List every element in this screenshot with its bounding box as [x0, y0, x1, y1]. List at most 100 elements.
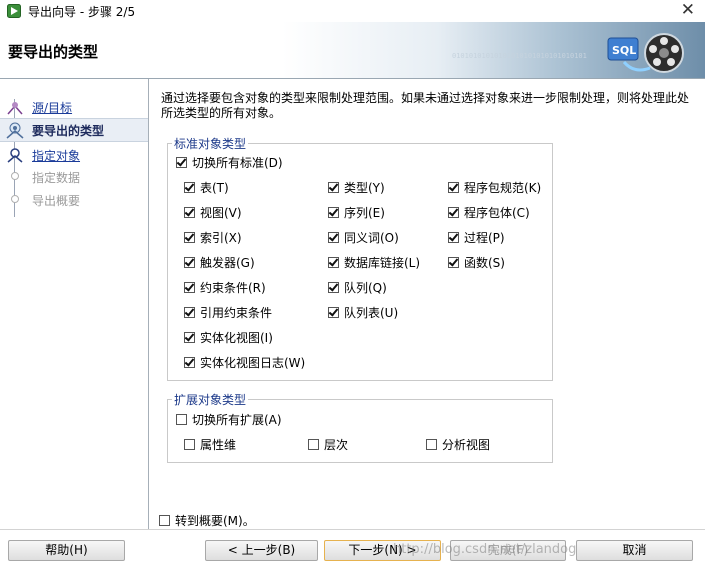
- checkbox-box[interactable]: [426, 438, 437, 450]
- window-title: 导出向导 - 步骤 2/5: [28, 5, 136, 19]
- goto-summary-checkbox[interactable]: 转到概要(M)。: [159, 512, 255, 528]
- checkbox-label: 触发器(G): [200, 255, 255, 270]
- checkbox-box[interactable]: [184, 356, 195, 368]
- binary-decoration: 01010101010101010101010101010101: [452, 52, 587, 60]
- checkbox-label: 过程(P): [464, 230, 505, 245]
- checkbox-box[interactable]: [176, 413, 187, 425]
- group-legend: 扩展对象类型: [174, 393, 247, 407]
- step-source-target[interactable]: 源/目标: [0, 96, 148, 118]
- checkbox-label: 分析视图: [442, 437, 491, 452]
- step-next-icon: [7, 148, 23, 163]
- type-checkbox-queue-table[interactable]: 队列表(U): [328, 304, 398, 320]
- checkbox-label: 约束条件(R): [200, 280, 266, 295]
- cancel-button[interactable]: 取消: [576, 540, 693, 561]
- type-checkbox-synonym[interactable]: 同义词(O): [328, 229, 399, 245]
- checkbox-box[interactable]: [328, 281, 339, 293]
- footer-divider: [0, 529, 705, 530]
- checkbox-box[interactable]: [448, 256, 459, 268]
- ext-checkbox-hierarchy[interactable]: 层次: [308, 436, 348, 452]
- toggle-all-standard-checkbox[interactable]: 切换所有标准(D): [176, 154, 283, 170]
- checkbox-box[interactable]: [328, 256, 339, 268]
- help-button[interactable]: 帮助(H): [8, 540, 125, 561]
- checkbox-box[interactable]: [184, 331, 195, 343]
- ext-checkbox-analytic-view[interactable]: 分析视图: [426, 436, 490, 452]
- checkbox-box[interactable]: [328, 231, 339, 243]
- step-pending-icon: [11, 195, 19, 203]
- type-checkbox-mview[interactable]: 实体化视图(I): [184, 329, 273, 345]
- checkbox-box[interactable]: [308, 438, 319, 450]
- checkbox-label: 引用约束条件: [200, 305, 273, 320]
- type-checkbox-ref-constraint[interactable]: 引用约束条件: [184, 304, 272, 320]
- close-icon[interactable]: ✕: [681, 0, 695, 20]
- checkbox-label: 表(T): [200, 180, 229, 195]
- checkbox-label: 转到概要(M)。: [175, 513, 255, 528]
- checkbox-box[interactable]: [184, 256, 195, 268]
- type-checkbox-function[interactable]: 函数(S): [448, 254, 505, 270]
- checkbox-label: 属性维: [200, 437, 237, 452]
- checkbox-label: 数据库链接(L): [344, 255, 421, 270]
- step-current-icon: [6, 122, 24, 139]
- ext-checkbox-attribute-dim[interactable]: 属性维: [184, 436, 236, 452]
- type-checkbox-table[interactable]: 表(T): [184, 179, 229, 195]
- steps-panel: 源/目标 要导出的类型 指定对象 指定数据 导出概要: [0, 79, 149, 529]
- type-checkbox-constraint[interactable]: 约束条件(R): [184, 279, 266, 295]
- watermark: http://blog.csdn.net/zlandog: [393, 542, 577, 557]
- checkbox-label: 程序包规范(K): [464, 180, 542, 195]
- app-icon: [7, 4, 21, 18]
- step-done-icon: [7, 102, 23, 115]
- checkbox-label: 切换所有扩展(A): [192, 412, 282, 427]
- type-checkbox-queue[interactable]: 队列(Q): [328, 279, 387, 295]
- svg-text:SQL: SQL: [612, 44, 636, 57]
- step-label: 指定数据: [32, 171, 81, 185]
- checkbox-label: 索引(X): [200, 230, 242, 245]
- group-legend: 标准对象类型: [174, 137, 247, 151]
- checkbox-box[interactable]: [159, 514, 170, 526]
- checkbox-label: 函数(S): [464, 255, 505, 270]
- checkbox-box[interactable]: [176, 156, 187, 168]
- checkbox-box[interactable]: [184, 231, 195, 243]
- checkbox-box[interactable]: [448, 181, 459, 193]
- type-checkbox-package-spec[interactable]: 程序包规范(K): [448, 179, 541, 195]
- step-pending-icon: [11, 172, 19, 180]
- checkbox-box[interactable]: [184, 281, 195, 293]
- checkbox-box[interactable]: [448, 206, 459, 218]
- step-label: 要导出的类型: [32, 124, 105, 138]
- step-label[interactable]: 指定对象: [32, 147, 80, 164]
- checkbox-box[interactable]: [328, 181, 339, 193]
- page-title: 要导出的类型: [8, 43, 99, 61]
- checkbox-label: 视图(V): [200, 205, 242, 220]
- type-checkbox-trigger[interactable]: 触发器(G): [184, 254, 255, 270]
- checkbox-box[interactable]: [328, 306, 339, 318]
- type-checkbox-view[interactable]: 视图(V): [184, 204, 242, 220]
- step-export-summary: 导出概要: [0, 189, 148, 211]
- checkbox-label: 实体化视图(I): [200, 330, 273, 345]
- checkbox-box[interactable]: [448, 231, 459, 243]
- type-checkbox-db-link[interactable]: 数据库链接(L): [328, 254, 420, 270]
- checkbox-box[interactable]: [328, 206, 339, 218]
- type-checkbox-procedure[interactable]: 过程(P): [448, 229, 505, 245]
- checkbox-box[interactable]: [184, 181, 195, 193]
- step-types-to-export[interactable]: 要导出的类型: [0, 118, 148, 142]
- wizard-header: 要导出的类型 01010101010101010101010101010101 …: [0, 22, 705, 79]
- type-checkbox-package-body[interactable]: 程序包体(C): [448, 204, 530, 220]
- checkbox-label: 队列(Q): [344, 280, 387, 295]
- checkbox-box[interactable]: [184, 438, 195, 450]
- step-description: 通过选择要包含对象的类型来限制处理范围。如果未通过选择对象来进一步限制处理，则将…: [161, 91, 690, 120]
- step-specify-objects[interactable]: 指定对象: [0, 144, 148, 166]
- step-label[interactable]: 源/目标: [32, 99, 72, 116]
- checkbox-label: 层次: [324, 437, 349, 452]
- checkbox-box[interactable]: [184, 206, 195, 218]
- checkbox-label: 类型(Y): [344, 180, 385, 195]
- type-checkbox-sequence[interactable]: 序列(E): [328, 204, 385, 220]
- title-bar: 导出向导 - 步骤 2/5 ✕: [0, 0, 705, 22]
- toggle-all-extended-checkbox[interactable]: 切换所有扩展(A): [176, 411, 282, 427]
- type-checkbox-index[interactable]: 索引(X): [184, 229, 242, 245]
- type-checkbox-type[interactable]: 类型(Y): [328, 179, 385, 195]
- checkbox-label: 实体化视图日志(W): [200, 355, 306, 370]
- back-button[interactable]: < 上一步(B): [205, 540, 318, 561]
- checkbox-box[interactable]: [184, 306, 195, 318]
- type-checkbox-mview-log[interactable]: 实体化视图日志(W): [184, 354, 305, 370]
- checkbox-label: 同义词(O): [344, 230, 399, 245]
- checkbox-label: 队列表(U): [344, 305, 399, 320]
- checkbox-label: 序列(E): [344, 205, 385, 220]
